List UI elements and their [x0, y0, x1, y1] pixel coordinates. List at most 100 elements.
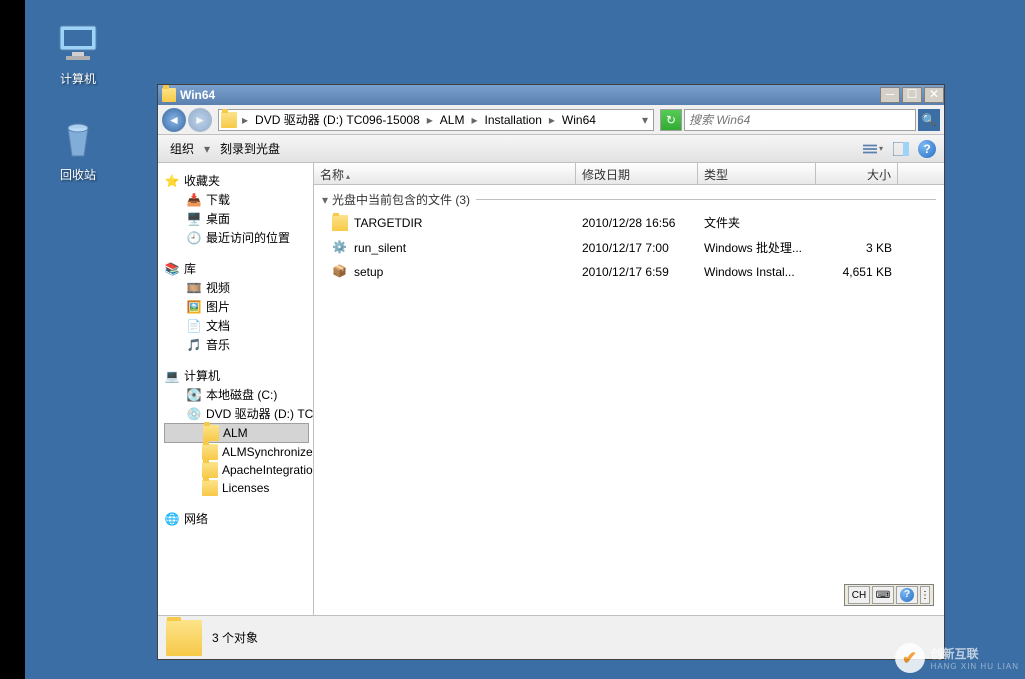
- tree-alm[interactable]: ALM: [164, 423, 309, 443]
- view-mode-button[interactable]: ▾: [862, 139, 884, 159]
- nav-tree[interactable]: ⭐收藏夹 📥下载 🖥️桌面 🕘最近访问的位置 📚库 🎞️视频 🖼️图片 📄文档 …: [158, 163, 314, 615]
- disk-icon: 💽: [186, 387, 202, 403]
- breadcrumb-win64[interactable]: Win64: [558, 113, 600, 127]
- tree-music[interactable]: 🎵音乐: [164, 335, 309, 354]
- file-row[interactable]: 📦setup 2010/12/17 6:59 Windows Instal...…: [314, 260, 944, 284]
- nav-back-button[interactable]: ◄: [162, 108, 186, 132]
- window-title: Win64: [180, 88, 878, 102]
- col-size[interactable]: 大小: [816, 163, 898, 184]
- col-date[interactable]: 修改日期: [576, 163, 698, 184]
- breadcrumb-folder-icon: [221, 112, 237, 128]
- organize-button[interactable]: 组织: [166, 138, 198, 159]
- network-icon: 🌐: [164, 511, 180, 527]
- organize-dropdown-icon[interactable]: ▾: [204, 142, 210, 156]
- close-button[interactable]: ✕: [924, 87, 944, 103]
- group-header[interactable]: ▾ 光盘中当前包含的文件 (3): [314, 185, 944, 210]
- column-headers[interactable]: 名称▴ 修改日期 类型 大小: [314, 163, 944, 185]
- group-title: 光盘中当前包含的文件 (3): [332, 191, 470, 208]
- col-name[interactable]: 名称▴: [314, 163, 576, 184]
- help-button[interactable]: ?: [918, 140, 936, 158]
- tree-pictures[interactable]: 🖼️图片: [164, 297, 309, 316]
- installer-icon: 📦: [332, 264, 348, 280]
- file-row[interactable]: TARGETDIR 2010/12/28 16:56 文件夹: [314, 210, 944, 235]
- breadcrumb-drive[interactable]: DVD 驱动器 (D:) TC096-15008: [251, 111, 424, 128]
- ime-options-button[interactable]: ⋮: [920, 586, 930, 604]
- music-icon: 🎵: [186, 337, 202, 353]
- folder-icon: [203, 425, 219, 441]
- status-bar: 3 个对象: [158, 615, 944, 659]
- burn-to-disc-button[interactable]: 刻录到光盘: [216, 138, 284, 159]
- nav-forward-button[interactable]: ►: [188, 108, 212, 132]
- tree-recent[interactable]: 🕘最近访问的位置: [164, 228, 309, 247]
- tree-videos[interactable]: 🎞️视频: [164, 278, 309, 297]
- folder-icon: [332, 215, 348, 231]
- desktop-icon-recycle[interactable]: 回收站: [40, 114, 116, 183]
- file-type: Windows Instal...: [698, 263, 816, 281]
- search-input[interactable]: [685, 113, 915, 127]
- file-name: run_silent: [354, 241, 406, 255]
- titlebar-folder-icon: [162, 88, 176, 102]
- breadcrumb-dropdown[interactable]: ▾: [639, 113, 651, 127]
- search-box[interactable]: [684, 109, 916, 131]
- watermark-logo-icon: ✔: [895, 643, 925, 673]
- tree-dvddrive[interactable]: 💿DVD 驱动器 (D:) TC: [164, 404, 309, 423]
- group-collapse-icon[interactable]: ▾: [322, 193, 328, 207]
- tree-desktop[interactable]: 🖥️桌面: [164, 209, 309, 228]
- file-row[interactable]: ⚙️run_silent 2010/12/17 7:00 Windows 批处理…: [314, 235, 944, 260]
- desktop-icon: 🖥️: [186, 211, 202, 227]
- videos-icon: 🎞️: [186, 280, 202, 296]
- dvd-icon: 💿: [186, 406, 202, 422]
- desktop-label-computer: 计算机: [40, 70, 116, 87]
- nav-row: ◄ ► ▸ DVD 驱动器 (D:) TC096-15008 ▸ ALM ▸ I…: [158, 105, 944, 135]
- file-type: Windows 批处理...: [698, 237, 816, 258]
- folder-icon: [202, 444, 218, 460]
- tree-computer[interactable]: 💻计算机: [164, 366, 309, 385]
- status-folder-icon: [166, 620, 202, 656]
- watermark: ✔ 创新互联 HANG XIN HU LIAN: [895, 643, 1019, 673]
- content-pane: 名称▴ 修改日期 类型 大小 ▾ 光盘中当前包含的文件 (3) TARGETDI…: [314, 163, 944, 615]
- status-text: 3 个对象: [212, 629, 258, 646]
- computer-tree-icon: 💻: [164, 368, 180, 384]
- desktop-icon-computer[interactable]: 计算机: [40, 18, 116, 87]
- tree-localdisk[interactable]: 💽本地磁盘 (C:): [164, 385, 309, 404]
- explorer-window: Win64 ─ ☐ ✕ ◄ ► ▸ DVD 驱动器 (D:) TC096-150…: [157, 84, 945, 660]
- tree-documents[interactable]: 📄文档: [164, 316, 309, 335]
- folder-icon: [202, 480, 218, 496]
- watermark-sub: HANG XIN HU LIAN: [931, 662, 1019, 671]
- preview-pane-button[interactable]: [890, 139, 912, 159]
- ime-lang-button[interactable]: CH: [848, 586, 870, 604]
- tree-licenses[interactable]: Licenses: [164, 479, 309, 497]
- star-icon: ⭐: [164, 173, 180, 189]
- file-date: 2010/12/17 6:59: [576, 263, 698, 281]
- breadcrumb-installation[interactable]: Installation: [481, 113, 546, 127]
- tree-downloads[interactable]: 📥下载: [164, 190, 309, 209]
- file-date: 2010/12/28 16:56: [576, 214, 698, 232]
- toolbar: 组织 ▾ 刻录到光盘 ▾ ?: [158, 135, 944, 163]
- downloads-icon: 📥: [186, 192, 202, 208]
- breadcrumb[interactable]: ▸ DVD 驱动器 (D:) TC096-15008 ▸ ALM ▸ Insta…: [218, 109, 654, 131]
- pictures-icon: 🖼️: [186, 299, 202, 315]
- tree-libraries[interactable]: 📚库: [164, 259, 309, 278]
- tree-favorites[interactable]: ⭐收藏夹: [164, 171, 309, 190]
- refresh-button[interactable]: ↻: [660, 109, 682, 131]
- ime-keyboard-button[interactable]: ⌨: [872, 586, 894, 604]
- ime-help-button[interactable]: ?: [896, 586, 918, 604]
- tree-network[interactable]: 🌐网络: [164, 509, 309, 528]
- search-go-button[interactable]: 🔍: [918, 109, 940, 131]
- tree-apache[interactable]: ApacheIntegratio: [164, 461, 309, 479]
- tree-almsync[interactable]: ALMSynchronizer: [164, 443, 309, 461]
- file-size: 3 KB: [816, 239, 898, 257]
- file-type: 文件夹: [698, 212, 816, 233]
- minimize-button[interactable]: ─: [880, 87, 900, 103]
- watermark-text: 创新互联: [931, 647, 979, 661]
- sort-arrow-icon: ▴: [346, 172, 350, 181]
- breadcrumb-sep: ▸: [239, 113, 251, 127]
- maximize-button[interactable]: ☐: [902, 87, 922, 103]
- desktop-label-recycle: 回收站: [40, 166, 116, 183]
- ime-toolbar[interactable]: CH ⌨ ? ⋮: [844, 584, 934, 606]
- libraries-icon: 📚: [164, 261, 180, 277]
- titlebar[interactable]: Win64 ─ ☐ ✕: [158, 85, 944, 105]
- file-date: 2010/12/17 7:00: [576, 239, 698, 257]
- breadcrumb-alm[interactable]: ALM: [436, 113, 469, 127]
- col-type[interactable]: 类型: [698, 163, 816, 184]
